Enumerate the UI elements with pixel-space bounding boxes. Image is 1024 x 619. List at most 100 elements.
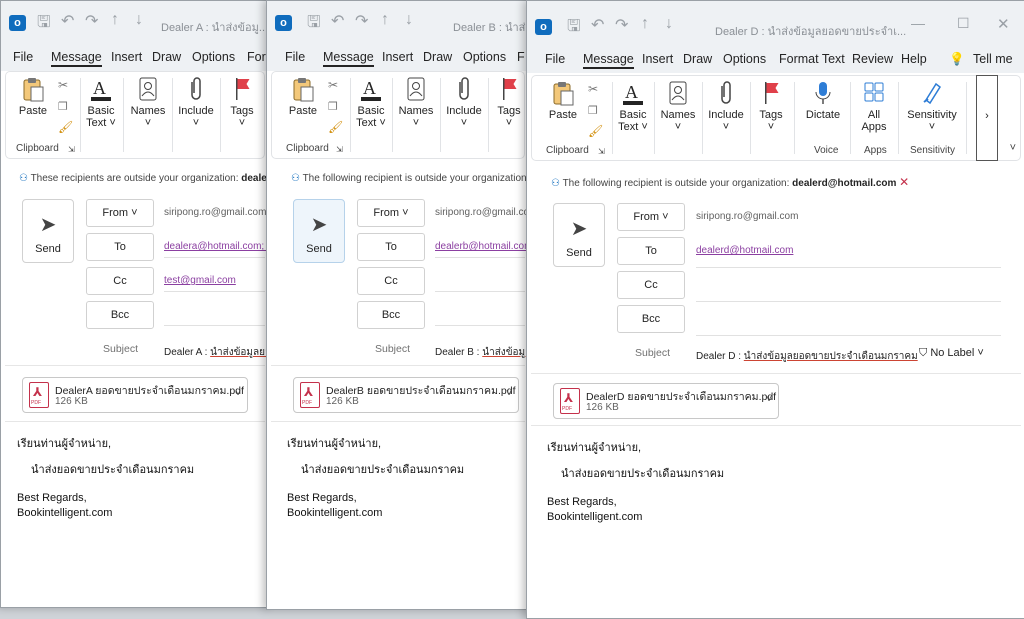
include-button[interactable]: Include ˅ (444, 76, 484, 129)
bcc-button[interactable]: Bcc (86, 301, 154, 329)
include-button[interactable]: Include ˅ (176, 76, 216, 129)
subject-field[interactable]: Dealer D : นำส่งข้อมูลยอดขายประจำเดือนมก… (696, 349, 918, 364)
arrow-down-icon[interactable]: ↓ (135, 11, 143, 29)
tags-button[interactable]: Tags ˅ (492, 76, 526, 129)
arrow-up-icon[interactable]: ↑ (641, 15, 649, 33)
ribbon-collapse-chevron-icon[interactable]: ˅ (1010, 142, 1016, 154)
tab-format-text[interactable]: Format Text (779, 52, 845, 66)
tell-me-search[interactable]: Tell me (973, 52, 1013, 66)
arrow-down-icon[interactable]: ↓ (665, 15, 673, 33)
from-button[interactable]: From ˅ (357, 199, 425, 227)
arrow-up-icon[interactable]: ↑ (381, 11, 389, 29)
send-button[interactable]: ➤ Send (22, 199, 74, 263)
undo-icon[interactable]: ↶ (61, 11, 74, 31)
attachment-card[interactable]: ⅄ PDF DealerB ยอดขายประจำเดือนมกราคม.pdf … (293, 377, 519, 413)
cc-field[interactable]: test@gmail.com (164, 275, 236, 286)
maximize-icon[interactable]: ☐ (957, 15, 970, 32)
undo-icon[interactable]: ↶ (331, 11, 344, 31)
tab-message[interactable]: Message (583, 52, 634, 69)
paste-button[interactable]: Paste (286, 76, 320, 117)
cut-icon[interactable]: ✂ (58, 78, 68, 92)
tab-insert[interactable]: Insert (642, 52, 673, 66)
ribbon-scroll-right-button[interactable]: › (976, 75, 998, 161)
copy-icon[interactable]: ❐ (588, 104, 598, 117)
tab-options[interactable]: Options (463, 50, 506, 64)
from-button[interactable]: From ˅ (617, 203, 685, 231)
tab-help[interactable]: Help (901, 52, 927, 66)
arrow-down-icon[interactable]: ↓ (405, 11, 413, 29)
format-painter-icon[interactable]: 🖌 (588, 124, 603, 138)
lightbulb-icon[interactable]: 💡 (949, 52, 965, 67)
undo-icon[interactable]: ↶ (591, 15, 604, 35)
basic-text-button[interactable]: A Basic Text ˅ (354, 76, 388, 129)
tab-review[interactable]: Review (852, 52, 893, 66)
save-icon[interactable]: 🖫 (307, 11, 321, 38)
redo-icon[interactable]: ↷ (355, 11, 368, 31)
names-button[interactable]: Names ˅ (128, 76, 168, 129)
tab-insert[interactable]: Insert (111, 50, 142, 64)
format-painter-icon[interactable]: 🖌 (328, 120, 343, 134)
from-button[interactable]: From ˅ (86, 199, 154, 227)
cut-icon[interactable]: ✂ (588, 82, 598, 96)
copy-icon[interactable]: ❐ (328, 100, 338, 113)
minimize-icon[interactable]: — (911, 15, 925, 31)
close-icon[interactable]: ✕ (997, 15, 1010, 33)
dialog-launcher-icon[interactable]: ⇲ (598, 147, 605, 156)
tab-format[interactable]: F (517, 50, 525, 64)
tab-options[interactable]: Options (192, 50, 235, 64)
dictate-button[interactable]: Dictate (800, 80, 846, 121)
tab-draw[interactable]: Draw (683, 52, 712, 66)
cc-button[interactable]: Cc (617, 271, 685, 299)
chevron-down-icon[interactable]: ˅ (766, 394, 772, 405)
bcc-button[interactable]: Bcc (617, 305, 685, 333)
remove-recipient-icon[interactable]: ✕ (899, 175, 909, 189)
tab-message[interactable]: Message (51, 50, 102, 67)
tab-draw[interactable]: Draw (152, 50, 181, 64)
chevron-down-icon[interactable]: ˅ (506, 388, 512, 399)
dialog-launcher-icon[interactable]: ⇲ (68, 145, 75, 154)
paste-button[interactable]: Paste (546, 80, 580, 121)
redo-icon[interactable]: ↷ (615, 15, 628, 35)
to-field[interactable]: dealerd@hotmail.com (696, 245, 793, 256)
tab-file[interactable]: File (545, 52, 565, 66)
no-label-dropdown[interactable]: ⛉ No Label ˅ (919, 347, 984, 360)
to-field[interactable]: dealerb@hotmail.com (435, 241, 529, 252)
save-icon[interactable]: 🖫 (37, 11, 51, 38)
subject-field[interactable]: Dealer A : นำส่งข้อมูลยอ (164, 345, 269, 360)
to-field[interactable]: dealera@hotmail.com; 12 (164, 241, 269, 252)
tags-button[interactable]: Tags ˅ (224, 76, 260, 129)
cc-button[interactable]: Cc (86, 267, 154, 295)
basic-text-button[interactable]: A Basic Text ˅ (84, 76, 118, 129)
tab-options[interactable]: Options (723, 52, 766, 66)
copy-icon[interactable]: ❐ (58, 100, 68, 113)
tags-button[interactable]: Tags ˅ (754, 80, 788, 133)
tab-file[interactable]: File (285, 50, 305, 64)
tab-message[interactable]: Message (323, 50, 374, 67)
bcc-button[interactable]: Bcc (357, 301, 425, 329)
subject-field[interactable]: Dealer B : นำส่งข้อมูล (435, 345, 529, 360)
chevron-down-icon[interactable]: ˅ (235, 388, 241, 399)
to-button[interactable]: To (86, 233, 154, 261)
paste-button[interactable]: Paste (16, 76, 50, 117)
attachment-card[interactable]: ⅄ PDF DealerD ยอดขายประจำเดือนมกราคม.pdf … (553, 383, 779, 419)
cc-button[interactable]: Cc (357, 267, 425, 295)
all-apps-button[interactable]: All Apps (854, 80, 894, 133)
redo-icon[interactable]: ↷ (85, 11, 98, 31)
tab-insert[interactable]: Insert (382, 50, 413, 64)
send-button[interactable]: ➤ Send (553, 203, 605, 267)
to-button[interactable]: To (357, 233, 425, 261)
tab-draw[interactable]: Draw (423, 50, 452, 64)
arrow-up-icon[interactable]: ↑ (111, 11, 119, 29)
dialog-launcher-icon[interactable]: ⇲ (336, 145, 343, 154)
names-button[interactable]: Names ˅ (658, 80, 698, 133)
basic-text-button[interactable]: A Basic Text ˅ (616, 80, 650, 133)
attachment-card[interactable]: ⅄ PDF DealerA ยอดขายประจำเดือนมกราคม.pdf … (22, 377, 248, 413)
names-button[interactable]: Names ˅ (396, 76, 436, 129)
sensitivity-button[interactable]: Sensitivity ˅ (904, 80, 960, 133)
send-button[interactable]: ➤ Send (293, 199, 345, 263)
include-button[interactable]: Include ˅ (706, 80, 746, 133)
cut-icon[interactable]: ✂ (328, 78, 338, 92)
tab-file[interactable]: File (13, 50, 33, 64)
format-painter-icon[interactable]: 🖌 (58, 120, 73, 134)
save-icon[interactable]: 🖫 (567, 15, 581, 42)
